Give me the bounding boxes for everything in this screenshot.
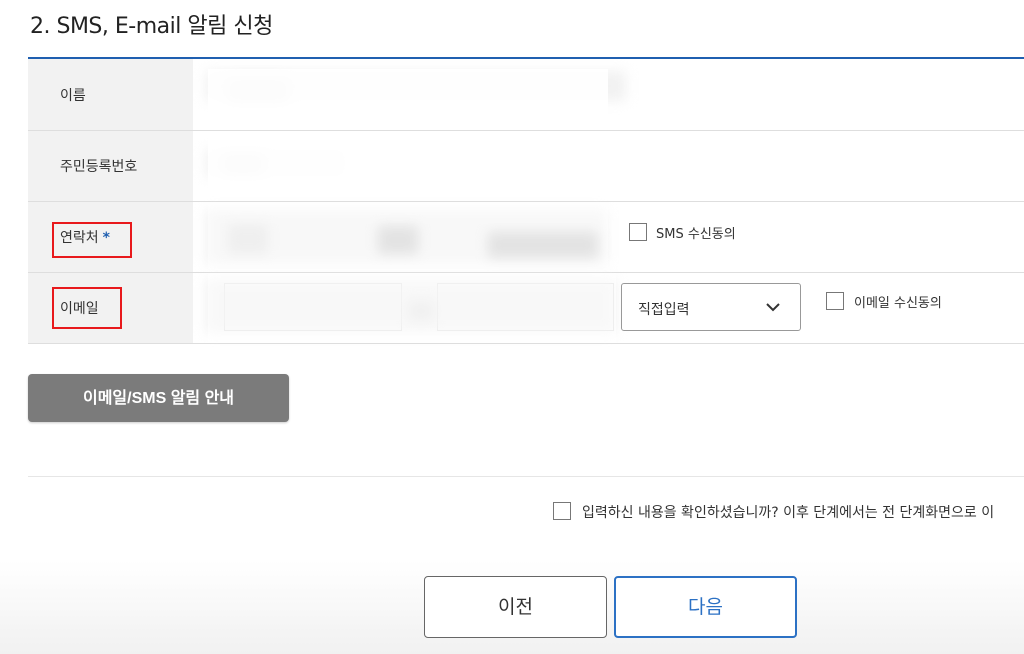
section-title: 2. SMS, E-mail 알림 신청 — [30, 14, 273, 39]
confirm-text: 입력하신 내용을 확인하셨습니까? 이후 단계에서는 전 단계화면으로 이 — [582, 505, 995, 521]
contact-highlight-box — [52, 222, 132, 258]
alert-form-table: 이름 주민등록번호 연락처 * SMS 수신동의 이메일 직접입력 이메일 수신… — [28, 57, 1024, 344]
sms-consent-checkbox[interactable] — [629, 223, 647, 241]
chevron-down-icon — [766, 303, 780, 312]
resident-number-mask — [208, 131, 608, 201]
email-row: 이메일 직접입력 이메일 수신동의 — [28, 273, 1024, 344]
email-domain-select[interactable]: 직접입력 — [621, 283, 801, 331]
next-button[interactable]: 다음 — [614, 576, 797, 638]
resident-number-row: 주민등록번호 — [28, 131, 1024, 202]
email-consent-checkbox[interactable] — [826, 292, 844, 310]
name-row: 이름 — [28, 59, 1024, 131]
name-label: 이름 — [60, 87, 86, 104]
email-mask — [208, 273, 616, 343]
contact-mask — [208, 202, 608, 272]
email-consent-label: 이메일 수신동의 — [854, 296, 942, 311]
email-sms-guide-button[interactable]: 이메일/SMS 알림 안내 — [28, 374, 289, 422]
email-domain-select-value: 직접입력 — [638, 302, 690, 318]
resident-number-label-cell: 주민등록번호 — [28, 131, 193, 201]
confirm-checkbox[interactable] — [553, 502, 571, 520]
contact-label-cell: 연락처 * — [28, 202, 193, 272]
email-highlight-box — [52, 287, 122, 329]
sms-consent-label: SMS 수신동의 — [656, 227, 736, 242]
prev-button[interactable]: 이전 — [424, 576, 607, 638]
email-label-cell: 이메일 — [28, 273, 193, 343]
name-mask — [208, 69, 608, 127]
resident-number-label: 주민등록번호 — [60, 159, 138, 175]
divider — [28, 476, 1024, 477]
contact-row: 연락처 * SMS 수신동의 — [28, 202, 1024, 273]
name-label-cell: 이름 — [28, 59, 193, 130]
